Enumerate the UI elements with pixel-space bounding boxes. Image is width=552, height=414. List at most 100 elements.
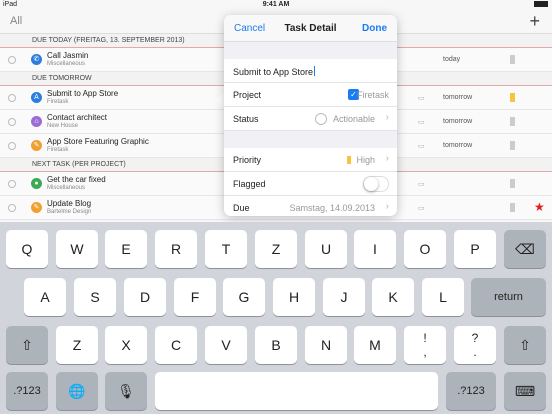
priority-value: High bbox=[356, 155, 375, 165]
priority-indicator bbox=[510, 55, 515, 64]
group-spacer bbox=[224, 131, 397, 148]
task-project: Firetask bbox=[47, 147, 69, 153]
note-icon: ▭ bbox=[418, 205, 425, 212]
task-title: Update Blog bbox=[47, 199, 92, 208]
flag-star-icon[interactable]: ★ bbox=[534, 200, 545, 214]
hide-keyboard-icon[interactable]: ⌨ bbox=[504, 372, 546, 410]
task-title: Call Jasmin bbox=[47, 51, 89, 60]
done-button[interactable]: Done bbox=[362, 23, 387, 34]
key-c[interactable]: C bbox=[155, 326, 197, 364]
task-project: Firetask bbox=[47, 99, 69, 105]
key-t[interactable]: T bbox=[205, 230, 247, 268]
priority-indicator bbox=[510, 203, 515, 212]
complete-checkbox[interactable] bbox=[8, 56, 16, 64]
flagged-row: Flagged bbox=[224, 172, 397, 196]
clock: 9:41 AM bbox=[262, 1, 290, 8]
task-due: tomorrow bbox=[443, 142, 473, 149]
key-m[interactable]: M bbox=[354, 326, 396, 364]
key-z2[interactable]: Z bbox=[56, 326, 98, 364]
group-spacer bbox=[224, 42, 397, 59]
shift-key-left[interactable]: ⇧ bbox=[6, 326, 48, 364]
priority-label: Priority bbox=[233, 155, 262, 165]
key-n[interactable]: N bbox=[305, 326, 347, 364]
all-filter-button[interactable]: All bbox=[10, 15, 22, 27]
key-question-period[interactable]: ?. bbox=[454, 326, 496, 364]
note-icon: ▭ bbox=[418, 119, 425, 126]
task-detail-popover: Cancel Task Detail Done Submit to App St… bbox=[224, 15, 397, 216]
due-row[interactable]: Due Samstag, 14.09.2013 › bbox=[224, 196, 397, 216]
task-name-text: Submit to App Store bbox=[233, 66, 316, 77]
shift-key-right[interactable]: ⇧ bbox=[504, 326, 546, 364]
complete-checkbox[interactable] bbox=[8, 142, 16, 150]
key-d[interactable]: D bbox=[124, 278, 166, 316]
key-e[interactable]: E bbox=[105, 230, 147, 268]
flagged-label: Flagged bbox=[233, 179, 266, 189]
on-screen-keyboard: Q W E R T Z U I O P ⌫ A S D F G H J K L … bbox=[0, 222, 552, 414]
key-o[interactable]: O bbox=[404, 230, 446, 268]
status-right bbox=[534, 1, 548, 7]
note-icon: ▭ bbox=[418, 143, 425, 150]
key-k[interactable]: K bbox=[372, 278, 414, 316]
due-label: Due bbox=[233, 203, 250, 213]
task-project: Miscellaneous bbox=[47, 61, 86, 67]
status-radio-icon bbox=[315, 113, 327, 125]
key-l[interactable]: L bbox=[422, 278, 464, 316]
priority-row[interactable]: Priority High › bbox=[224, 148, 397, 172]
add-task-button[interactable]: + bbox=[529, 11, 540, 32]
microphone-icon[interactable]: 🎙 bbox=[105, 372, 147, 410]
flagged-toggle[interactable] bbox=[363, 176, 389, 192]
numbers-key-right[interactable]: .?123 bbox=[446, 372, 496, 410]
pencil-icon: ✎ bbox=[31, 140, 42, 151]
key-j[interactable]: J bbox=[323, 278, 365, 316]
key-s[interactable]: S bbox=[74, 278, 116, 316]
key-g[interactable]: G bbox=[223, 278, 265, 316]
key-q[interactable]: Q bbox=[6, 230, 48, 268]
phone-icon: ✆ bbox=[31, 54, 42, 65]
key-w[interactable]: W bbox=[56, 230, 98, 268]
task-due: tomorrow bbox=[443, 118, 473, 125]
key-p[interactable]: P bbox=[454, 230, 496, 268]
key-b[interactable]: B bbox=[255, 326, 297, 364]
key-v[interactable]: V bbox=[205, 326, 247, 364]
chevron-right-icon: › bbox=[385, 201, 389, 212]
note-icon: ▭ bbox=[418, 95, 425, 102]
popover-nav-bar: Cancel Task Detail Done bbox=[224, 15, 397, 42]
status-value: Actionable bbox=[332, 114, 375, 124]
complete-checkbox[interactable] bbox=[8, 204, 16, 212]
text-cursor bbox=[314, 66, 316, 76]
complete-checkbox[interactable] bbox=[8, 94, 16, 102]
return-key[interactable]: return bbox=[471, 278, 546, 316]
status-row[interactable]: Status Actionable › bbox=[224, 107, 397, 131]
complete-checkbox[interactable] bbox=[8, 180, 16, 188]
task-name-field[interactable]: Submit to App Store bbox=[224, 59, 397, 83]
priority-bar-icon bbox=[347, 156, 351, 164]
priority-indicator bbox=[510, 179, 515, 188]
key-z[interactable]: Z bbox=[255, 230, 297, 268]
backspace-key[interactable]: ⌫ bbox=[504, 230, 546, 268]
key-u[interactable]: U bbox=[305, 230, 347, 268]
globe-icon[interactable]: 🌐 bbox=[56, 372, 98, 410]
task-title: App Store Featuring Graphic bbox=[47, 137, 149, 146]
key-f[interactable]: F bbox=[174, 278, 216, 316]
key-x[interactable]: X bbox=[105, 326, 147, 364]
app-icon: A bbox=[31, 92, 42, 103]
key-h[interactable]: H bbox=[273, 278, 315, 316]
house-icon: ⌂ bbox=[31, 116, 42, 127]
battery-icon bbox=[534, 1, 548, 7]
key-r[interactable]: R bbox=[155, 230, 197, 268]
space-bar[interactable] bbox=[155, 372, 438, 410]
priority-indicator bbox=[510, 117, 515, 126]
complete-checkbox[interactable] bbox=[8, 118, 16, 126]
project-value: Firetask bbox=[356, 90, 389, 100]
chevron-right-icon: › bbox=[385, 153, 389, 164]
key-i[interactable]: I bbox=[354, 230, 396, 268]
note-icon: ▭ bbox=[418, 181, 425, 188]
numbers-key-left[interactable]: .?123 bbox=[6, 372, 48, 410]
status-bar: iPad 9:41 AM bbox=[0, 0, 552, 10]
key-a[interactable]: A bbox=[24, 278, 66, 316]
project-label: Project bbox=[233, 90, 262, 100]
key-exclaim-comma[interactable]: !, bbox=[404, 326, 446, 364]
status-label: Status bbox=[233, 114, 259, 124]
task-project: New House bbox=[47, 123, 79, 129]
project-row[interactable]: Project ✓ Firetask bbox=[224, 83, 397, 107]
